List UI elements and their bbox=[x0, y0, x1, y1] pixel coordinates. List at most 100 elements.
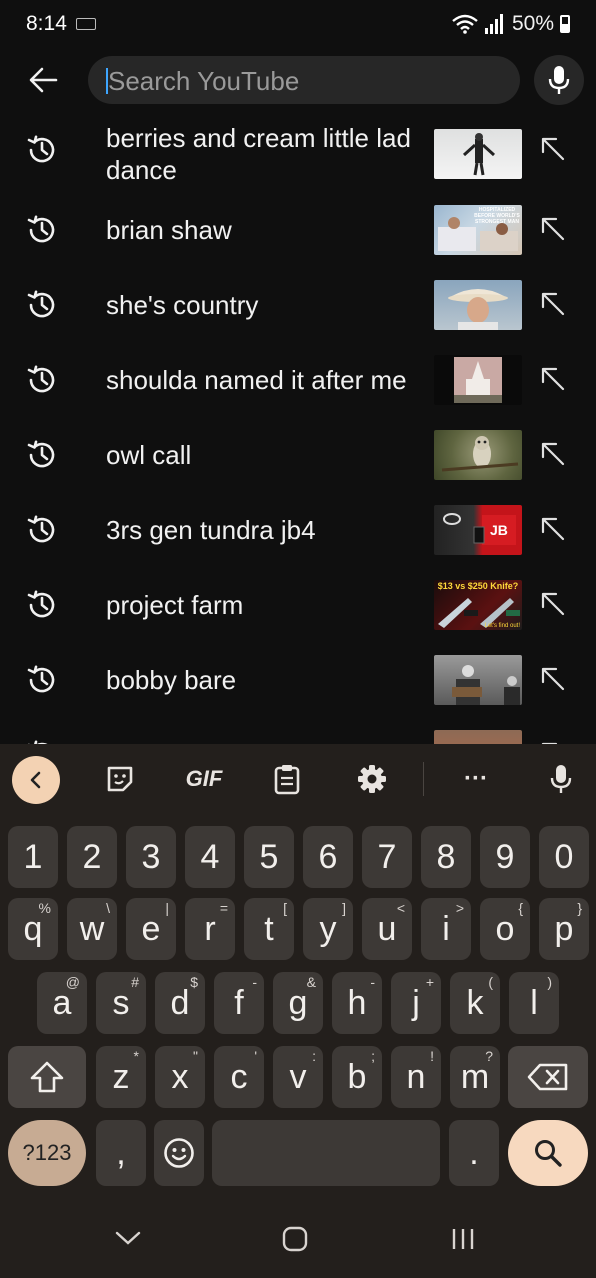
key-6[interactable]: 6 bbox=[303, 826, 353, 888]
key-n[interactable]: n! bbox=[391, 1046, 441, 1108]
shift-key[interactable] bbox=[8, 1046, 86, 1108]
suggestion-row[interactable]: owl call bbox=[0, 417, 596, 492]
suggestion-text: 3rs gen tundra jb4 bbox=[106, 515, 316, 545]
key-9[interactable]: 9 bbox=[480, 826, 530, 888]
key-a[interactable]: a @ bbox=[37, 972, 87, 1034]
comma-key[interactable]: , bbox=[96, 1120, 146, 1186]
signal-icon bbox=[484, 14, 503, 34]
clipboard-button[interactable] bbox=[270, 762, 304, 796]
more-options-button[interactable]: ··· bbox=[458, 762, 494, 796]
space-bar[interactable] bbox=[212, 1120, 440, 1186]
key-i[interactable]: i > bbox=[421, 898, 471, 960]
key-x[interactable]: x " bbox=[155, 1046, 205, 1108]
key-w[interactable]: w \ bbox=[67, 898, 117, 960]
key-e[interactable]: e | bbox=[126, 898, 176, 960]
home-button-icon[interactable] bbox=[282, 1226, 308, 1252]
gif-button[interactable]: GIF bbox=[183, 762, 225, 796]
key-v[interactable]: v: bbox=[273, 1046, 323, 1108]
suggestion-row[interactable]: project farm $13 vs $250 Knife? Let's find… bbox=[0, 567, 596, 642]
suggestion-row[interactable]: brian shaw HOSPITALIZED BEFORE WORLD'S ST… bbox=[0, 192, 596, 267]
key-s[interactable]: s # bbox=[96, 972, 146, 1034]
search-input[interactable] bbox=[106, 56, 510, 106]
fill-query-arrow-icon[interactable] bbox=[540, 366, 566, 392]
key-8[interactable]: 8 bbox=[421, 826, 471, 888]
suggestion-row-partial[interactable] bbox=[0, 717, 596, 744]
key-z[interactable]: z * bbox=[96, 1046, 146, 1108]
history-icon bbox=[27, 290, 55, 318]
emoji-key[interactable] bbox=[154, 1120, 204, 1186]
search-box[interactable] bbox=[88, 56, 520, 106]
key-y[interactable]: y] bbox=[303, 898, 353, 960]
suggestion-row[interactable]: berries and cream little lad dance bbox=[0, 112, 596, 187]
key-h[interactable]: h- bbox=[332, 972, 382, 1034]
key-q[interactable]: q% bbox=[8, 898, 58, 960]
key-label: y bbox=[319, 909, 337, 948]
key-hint: - bbox=[252, 974, 257, 990]
key-label: t bbox=[264, 909, 274, 948]
key-j[interactable]: j + bbox=[391, 972, 441, 1034]
status-bar: 8:14 50% bbox=[0, 0, 596, 48]
suggestion-thumbnail bbox=[434, 129, 522, 179]
fill-query-arrow-icon[interactable] bbox=[540, 666, 566, 692]
key-label: h bbox=[347, 983, 367, 1022]
fill-query-arrow-icon[interactable] bbox=[540, 216, 566, 242]
key-0[interactable]: 0 bbox=[539, 826, 589, 888]
key-hint: - bbox=[370, 974, 375, 990]
key-u[interactable]: u < bbox=[362, 898, 412, 960]
fill-query-arrow-icon[interactable] bbox=[540, 291, 566, 317]
history-icon bbox=[28, 740, 48, 744]
key-hint: ? bbox=[485, 1048, 493, 1064]
key-label: 3 bbox=[141, 837, 161, 876]
hide-keyboard-chevron-icon[interactable] bbox=[114, 1228, 142, 1248]
sticker-icon bbox=[107, 766, 133, 792]
suggestion-thumbnail bbox=[434, 655, 522, 705]
key-hint: \ bbox=[106, 900, 110, 916]
key-r[interactable]: r = bbox=[185, 898, 235, 960]
period-key[interactable]: . bbox=[449, 1120, 499, 1186]
voice-search-button[interactable] bbox=[534, 55, 584, 105]
key-1[interactable]: 1 bbox=[8, 826, 58, 888]
key-2[interactable]: 2 bbox=[67, 826, 117, 888]
key-p[interactable]: p} bbox=[539, 898, 589, 960]
key-d[interactable]: d $ bbox=[155, 972, 205, 1034]
toolbar-collapse-button[interactable] bbox=[12, 756, 60, 804]
search-key[interactable] bbox=[508, 1120, 588, 1186]
back-arrow-icon[interactable] bbox=[24, 60, 64, 100]
suggestion-row[interactable]: bobby bare bbox=[0, 642, 596, 717]
fill-query-arrow-icon[interactable] bbox=[540, 516, 566, 542]
key-hint: : bbox=[312, 1048, 316, 1064]
gear-icon bbox=[358, 765, 386, 793]
fill-query-arrow-icon[interactable] bbox=[540, 136, 566, 162]
key-m[interactable]: m? bbox=[450, 1046, 500, 1108]
key-c[interactable]: c ' bbox=[214, 1046, 264, 1108]
symbols-key[interactable]: ?123 bbox=[8, 1120, 86, 1186]
key-3[interactable]: 3 bbox=[126, 826, 176, 888]
recent-apps-icon[interactable] bbox=[450, 1226, 476, 1252]
sticker-button[interactable] bbox=[102, 762, 138, 796]
key-label: b bbox=[347, 1057, 367, 1096]
key-g[interactable]: g & bbox=[273, 972, 323, 1034]
fill-query-arrow-icon[interactable] bbox=[540, 591, 566, 617]
suggestion-row[interactable]: she's country bbox=[0, 267, 596, 342]
key-b[interactable]: b; bbox=[332, 1046, 382, 1108]
key-5[interactable]: 5 bbox=[244, 826, 294, 888]
keyboard-indicator-icon bbox=[76, 18, 96, 30]
settings-button[interactable] bbox=[355, 762, 389, 796]
key-l[interactable]: l) bbox=[509, 972, 559, 1034]
backspace-key[interactable] bbox=[508, 1046, 588, 1108]
key-label: f bbox=[234, 983, 244, 1022]
key-label: 6 bbox=[318, 837, 338, 876]
fill-query-arrow-icon[interactable] bbox=[540, 441, 566, 467]
key-f[interactable]: f- bbox=[214, 972, 264, 1034]
key-t[interactable]: t[ bbox=[244, 898, 294, 960]
suggestion-row[interactable]: shoulda named it after me bbox=[0, 342, 596, 417]
key-k[interactable]: k( bbox=[450, 972, 500, 1034]
key-7[interactable]: 7 bbox=[362, 826, 412, 888]
suggestion-thumbnail: HOSPITALIZED BEFORE WORLD'S STRONGEST MA… bbox=[434, 205, 522, 255]
key-4[interactable]: 4 bbox=[185, 826, 235, 888]
keyboard-voice-button[interactable] bbox=[544, 762, 578, 796]
key-label: p bbox=[554, 909, 574, 948]
suggestion-row[interactable]: 3rs gen tundra jb4 JB bbox=[0, 492, 596, 567]
history-icon bbox=[27, 515, 55, 543]
key-o[interactable]: o{ bbox=[480, 898, 530, 960]
